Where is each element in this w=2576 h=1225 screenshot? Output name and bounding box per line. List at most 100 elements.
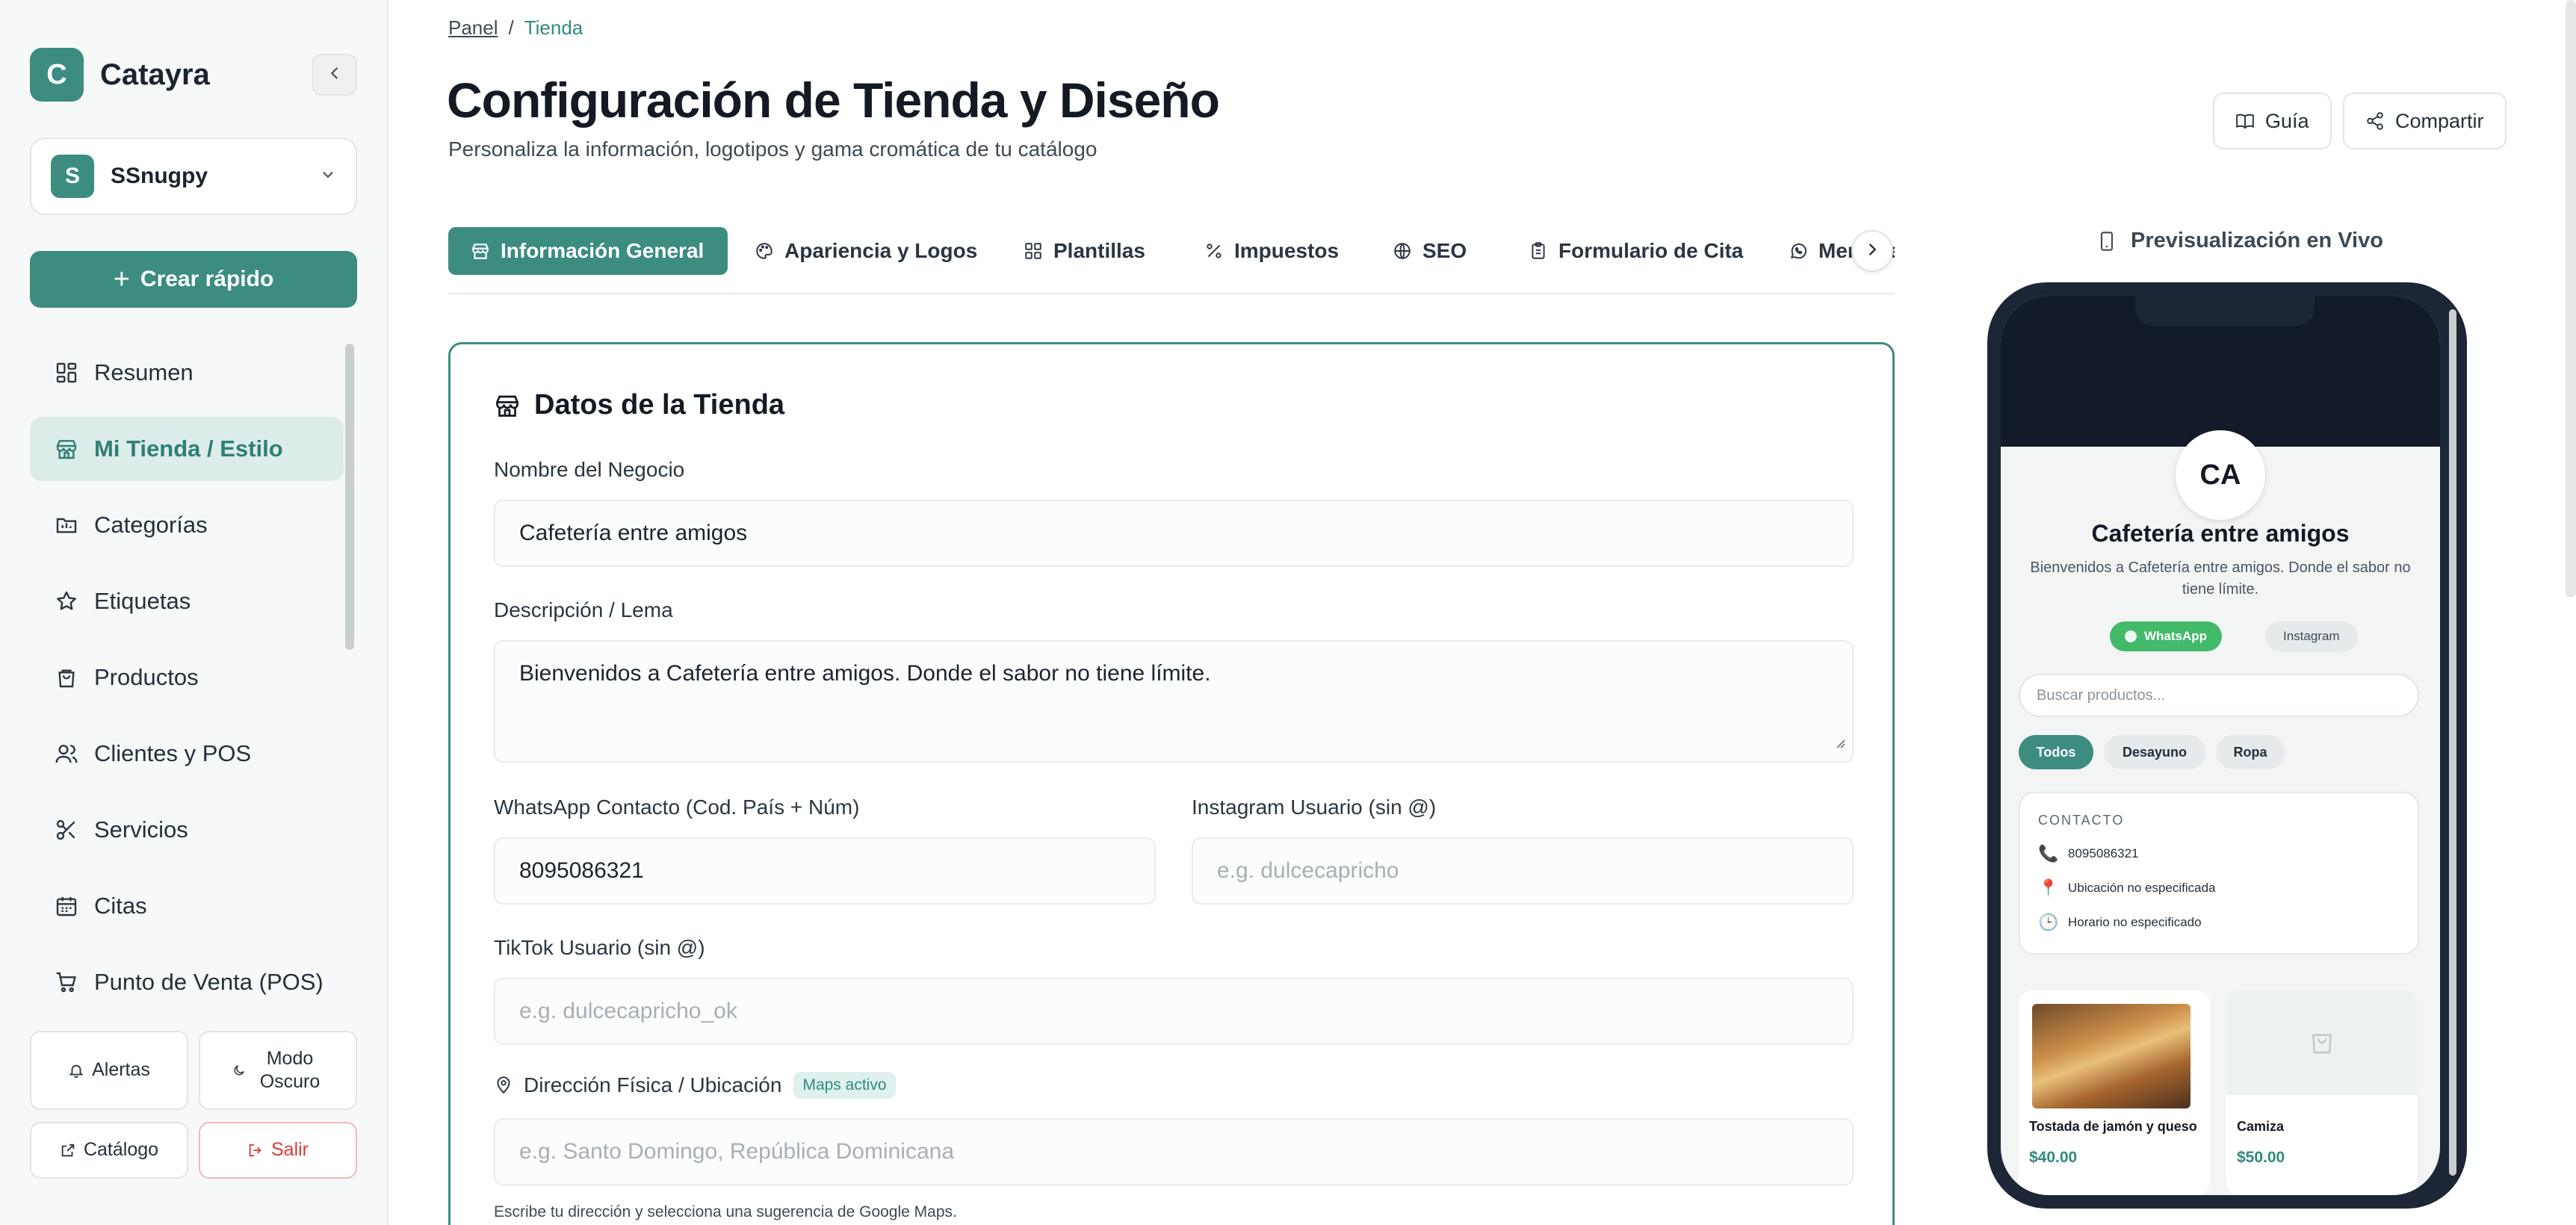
sidebar-item-servicios[interactable]: Servicios	[30, 798, 344, 862]
business-name-input[interactable]: Cafetería entre amigos	[494, 500, 1854, 567]
palette-icon	[755, 241, 774, 261]
store-avatar: S	[51, 155, 94, 198]
preview-store-name: Cafetería entre amigos	[2091, 520, 2350, 547]
page-title: Configuración de Tienda y Diseño	[447, 72, 1220, 128]
store-icon	[494, 392, 521, 419]
folder-icon	[54, 512, 79, 538]
alerts-button[interactable]: Alertas	[30, 1031, 188, 1110]
sidebar-item-mi-tienda[interactable]: Mi Tienda / Estilo	[30, 417, 344, 481]
sidebar-item-label: Categorías	[94, 512, 208, 538]
phone-preview-frame: CA Cafetería entre amigos Bienvenidos a …	[1987, 282, 2467, 1209]
share-icon	[2365, 111, 2385, 131]
page-subtitle: Personaliza la información, logotipos y …	[448, 137, 1097, 161]
phone-notch	[2135, 296, 2315, 326]
tab-plantillas[interactable]: Plantillas	[1024, 227, 1145, 275]
sidebar-item-label: Servicios	[94, 816, 188, 843]
preview-search-input[interactable]: Buscar productos...	[2019, 674, 2419, 717]
description-textarea[interactable]: Bienvenidos a Cafetería entre amigos. Do…	[494, 640, 1854, 763]
bag-icon	[54, 665, 79, 690]
description-value: Bienvenidos a Cafetería entre amigos. Do…	[519, 661, 1211, 686]
tab-seo[interactable]: SEO	[1393, 227, 1467, 275]
clock-icon: 🕒	[2038, 913, 2059, 931]
whatsapp-chip-label: WhatsApp	[2144, 629, 2208, 643]
brand-logo: C	[30, 48, 84, 102]
address-help-text: Escribe tu dirección y selecciona una su…	[494, 1203, 957, 1221]
logout-label: Salir	[270, 1139, 309, 1161]
catalog-button[interactable]: Catálogo	[30, 1122, 188, 1179]
contact-hours: Horario no especificado	[2068, 915, 2202, 929]
chevron-left-icon	[326, 65, 343, 85]
phone-scrollbar[interactable]	[2449, 309, 2456, 1176]
tab-label: Impuestos	[1234, 239, 1340, 262]
cart-icon	[54, 970, 79, 995]
category-pill[interactable]: Ropa	[2216, 735, 2285, 769]
live-preview-label: Previsualización en Vivo	[2096, 229, 2383, 253]
description-label: Descripción / Lema	[494, 598, 673, 621]
sidebar-item-label: Resumen	[94, 359, 193, 385]
page-scrollbar[interactable]	[2566, 0, 2576, 598]
tiktok-input[interactable]: e.g. dulcecapricho_ok	[494, 978, 1854, 1045]
breadcrumb-current: Tienda	[524, 16, 583, 39]
instagram-label: Instagram Usuario (sin @)	[1192, 796, 1437, 819]
whatsapp-chip[interactable]: WhatsApp	[2110, 621, 2223, 651]
contact-hours-row: 🕒 Horario no especificado	[2038, 913, 2202, 932]
tab-apariencia[interactable]: Apariencia y Logos	[755, 227, 977, 275]
contact-phone: 8095086321	[2068, 846, 2139, 860]
clipboard-icon	[1529, 241, 1548, 261]
address-label-row: Dirección Física / Ubicación Maps activo	[494, 1072, 896, 1099]
product-card[interactable]: Camiza $50.00	[2226, 990, 2418, 1195]
plus-icon: +	[113, 263, 130, 295]
sidebar-item-clientes[interactable]: Clientes y POS	[30, 722, 344, 786]
tab-label: Información General	[501, 239, 705, 262]
tab-formulario-cita[interactable]: Formulario de Cita	[1529, 227, 1743, 275]
sidebar-item-pos[interactable]: Punto de Venta (POS)	[30, 950, 344, 1014]
sidebar-item-label: Clientes y POS	[94, 740, 252, 766]
tiktok-label: TikTok Usuario (sin @)	[494, 936, 705, 959]
collapse-sidebar-button[interactable]	[312, 54, 357, 96]
bag-icon	[2307, 1026, 2337, 1060]
sidebar-item-label: Citas	[94, 893, 147, 919]
external-link-icon	[60, 1142, 76, 1159]
breadcrumb: Panel / Tienda	[448, 16, 583, 40]
sidebar-item-productos[interactable]: Productos	[30, 645, 344, 710]
tab-impuestos[interactable]: Impuestos	[1204, 227, 1339, 275]
sidebar-scrollbar[interactable]	[345, 344, 354, 650]
section-title: Datos de la Tienda	[494, 389, 784, 421]
sidebar-item-etiquetas[interactable]: Etiquetas	[30, 569, 344, 633]
resize-handle-icon[interactable]	[1833, 730, 1846, 755]
category-pill[interactable]: Todos	[2019, 735, 2093, 769]
tab-informacion-general[interactable]: Información General	[448, 227, 728, 275]
contact-heading: CONTACTO	[2038, 813, 2125, 828]
quick-create-button[interactable]: + Crear rápido	[30, 251, 357, 308]
product-card[interactable]: Tostada de jamón y queso $40.00	[2019, 990, 2210, 1195]
sidebar-nav: Resumen Mi Tienda / Estilo Categorías Et…	[30, 341, 344, 1026]
sidebar-item-categorias[interactable]: Categorías	[30, 493, 344, 557]
business-name-label: Nombre del Negocio	[494, 458, 685, 481]
sidebar-item-label: Productos	[94, 664, 199, 690]
sidebar-item-resumen[interactable]: Resumen	[30, 341, 344, 405]
store-data-card: Datos de la Tienda Nombre del Negocio Ca…	[448, 342, 1895, 1225]
guide-button[interactable]: Guía	[2213, 93, 2332, 149]
dark-mode-button[interactable]: Modo Oscuro	[199, 1031, 357, 1110]
live-preview-text: Previsualización en Vivo	[2131, 229, 2383, 252]
product-name: Camiza	[2237, 1119, 2285, 1134]
store-selector[interactable]: S SSnugpy	[30, 137, 357, 215]
brand[interactable]: C Catayra	[30, 48, 210, 102]
share-button[interactable]: Compartir	[2343, 93, 2507, 149]
instagram-chip[interactable]: Instagram	[2265, 621, 2358, 651]
whatsapp-input[interactable]: 8095086321	[494, 837, 1156, 905]
tabs-scroll-right-button[interactable]	[1851, 230, 1893, 272]
logout-button[interactable]: Salir	[199, 1122, 357, 1179]
tab-label: Plantillas	[1053, 239, 1145, 262]
location-pin-icon: 📍	[2038, 878, 2059, 897]
breadcrumb-panel[interactable]: Panel	[448, 16, 498, 39]
category-pill[interactable]: Desayuno	[2104, 735, 2205, 769]
chevron-right-icon	[1864, 241, 1880, 261]
quick-create-label: Crear rápido	[140, 267, 274, 291]
sidebar-item-citas[interactable]: Citas	[30, 874, 344, 938]
share-label: Compartir	[2395, 109, 2484, 132]
address-input[interactable]: e.g. Santo Domingo, República Dominicana	[494, 1118, 1854, 1185]
product-price: $50.00	[2237, 1149, 2285, 1166]
contact-card: CONTACTO 📞 8095086321 📍 Ubicación no esp…	[2019, 792, 2419, 955]
instagram-input[interactable]: e.g. dulcecapricho	[1192, 837, 1854, 905]
